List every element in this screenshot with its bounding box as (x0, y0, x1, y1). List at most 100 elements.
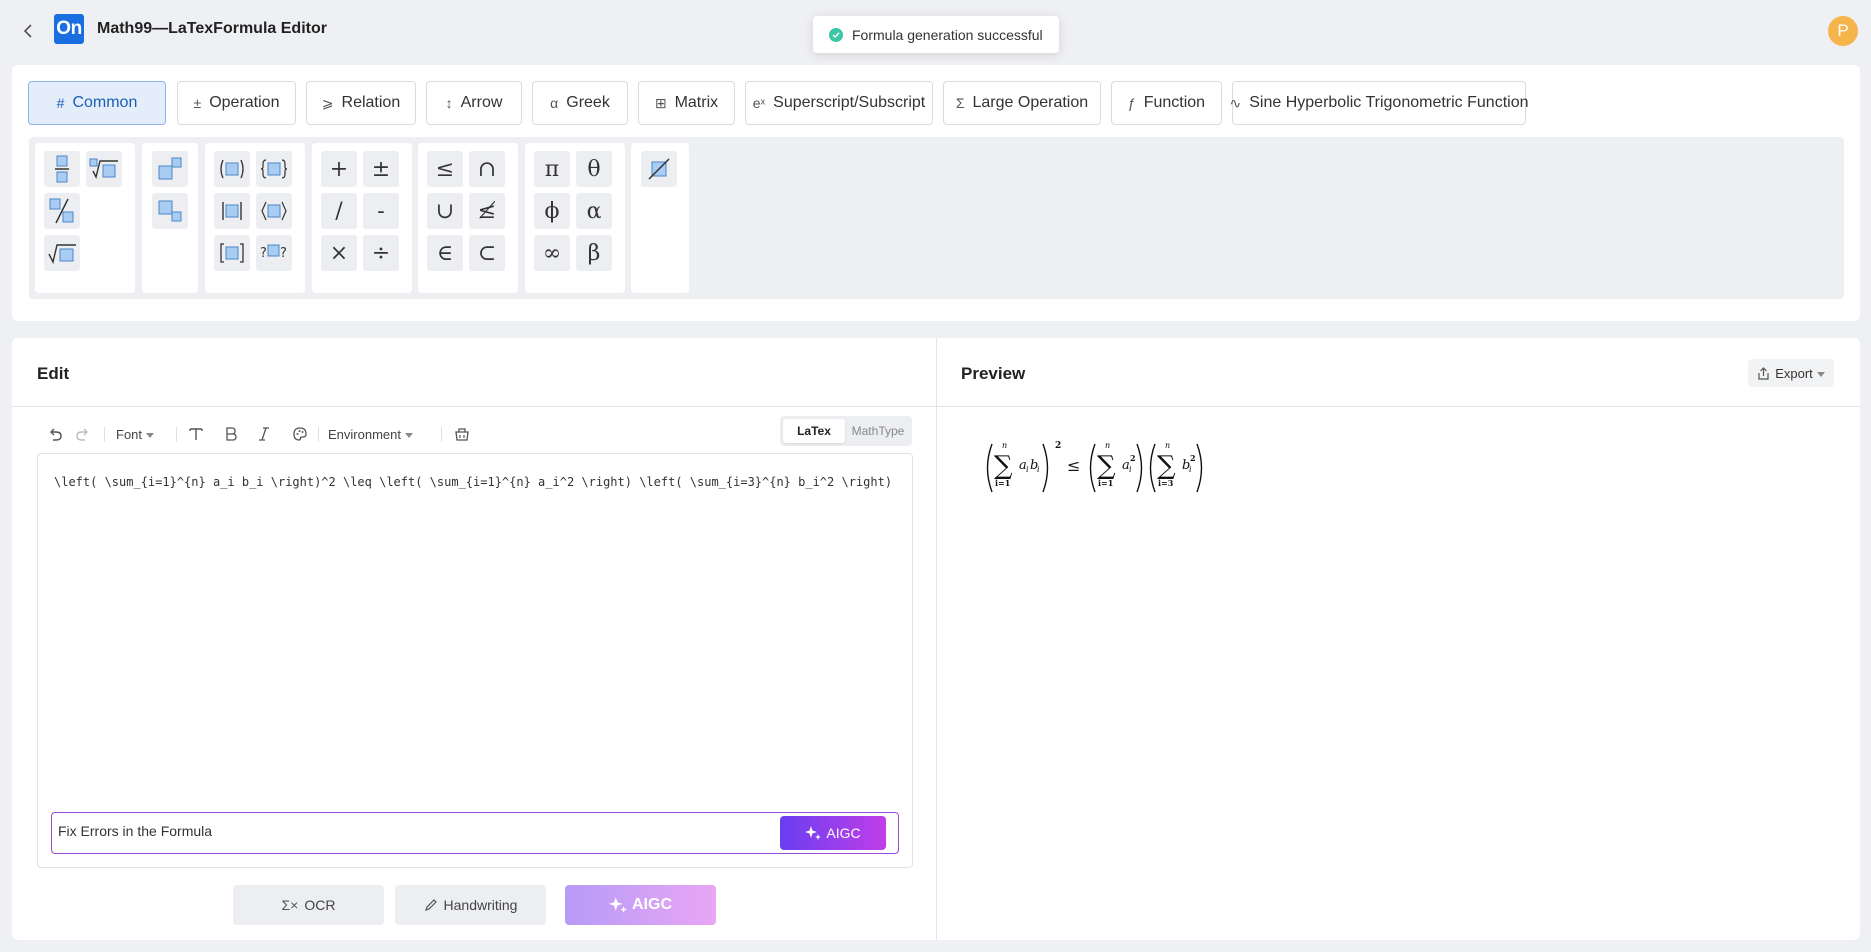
tab-sine-hyperbolic-trig[interactable]: ∿ Sine Hyperbolic Trigonometric Function (1229, 81, 1529, 125)
sum3-upper: n (1165, 441, 1170, 450)
intersection-button[interactable]: ∩ (469, 151, 505, 187)
vertical-bars-icon[interactable] (214, 193, 250, 229)
not-leq-button[interactable]: ≰ (469, 193, 505, 229)
subset-button[interactable]: ⊂ (469, 235, 505, 271)
tab-superscript-subscript[interactable]: eˣ Superscript/Subscript (745, 81, 933, 125)
font-label: Font (116, 426, 143, 442)
square-root-icon[interactable] (44, 235, 80, 271)
tab-common[interactable]: # Common (28, 81, 166, 125)
tab-operation[interactable]: ± Operation (177, 81, 296, 125)
formula-preview: n ∑ i=1 a i b i 2 ≤ n ∑ i=1 a i 2 n ∑ i=… (982, 438, 1232, 503)
font-dropdown[interactable]: Font (116, 422, 155, 446)
minus-button[interactable]: - (363, 193, 399, 229)
outer-power: 2 (1055, 441, 1061, 451)
latex-editor[interactable]: \left( \sum_{i=1}^{n} a_i b_i \right)^2 … (37, 453, 913, 868)
editor-preview-panel: Edit Font Environment LaTex MathType \le… (12, 338, 1860, 940)
matrix-icon: ⊞ (654, 94, 667, 111)
handwriting-button[interactable]: Handwriting (395, 885, 546, 925)
tab-function[interactable]: ƒ Function (1111, 81, 1222, 125)
edit-header-divider (12, 406, 936, 407)
success-toast: Formula generation successful (813, 16, 1059, 53)
clear-basket-icon[interactable] (454, 422, 470, 446)
slash-button[interactable]: / (321, 193, 357, 229)
arrow-icon: ↕ (445, 95, 453, 111)
latex-mode-button[interactable]: LaTex (783, 419, 845, 443)
beta-button[interactable]: β (576, 235, 612, 271)
export-button[interactable]: Export (1748, 359, 1834, 387)
sine-wave-icon: ∿ (1229, 94, 1242, 111)
custom-delimiters-icon[interactable]: ?? (256, 235, 292, 271)
tab-greek[interactable]: α Greek (532, 81, 628, 125)
slash-fraction-icon[interactable] (44, 193, 80, 229)
toolbar-separator (318, 427, 319, 442)
toolbar-separator (104, 427, 105, 442)
sigma-x-icon: Σ× (281, 897, 299, 913)
aigc-send-button[interactable]: AIGC (780, 816, 886, 850)
panel-divider (936, 338, 937, 940)
toolbar-separator (176, 427, 177, 442)
fraction-root-group (35, 143, 135, 293)
element-of-button[interactable]: ∈ (427, 235, 463, 271)
alpha-button[interactable]: α (576, 193, 612, 229)
braces-icon[interactable] (256, 151, 292, 187)
svg-text:?: ? (260, 246, 267, 261)
term3-sup: 2 (1190, 453, 1196, 463)
plus-button[interactable]: + (321, 151, 357, 187)
nth-root-icon[interactable] (86, 151, 122, 187)
handwriting-label: Handwriting (443, 897, 518, 913)
app-title: Math99—LaTexFormula Editor (97, 20, 327, 37)
italic-icon[interactable] (258, 422, 270, 446)
term3-sub: i (1189, 465, 1192, 474)
tab-label: Operation (209, 94, 280, 111)
aigc-button[interactable]: AIGC (565, 885, 716, 925)
superscript-icon[interactable] (152, 151, 188, 187)
infinity-button[interactable]: ∞ (534, 235, 570, 271)
pi-button[interactable]: π (534, 151, 570, 187)
times-button[interactable]: × (321, 235, 357, 271)
bracket-group: ?? (205, 143, 305, 293)
angle-brackets-icon[interactable] (256, 193, 292, 229)
divide-button[interactable]: ÷ (363, 235, 399, 271)
union-button[interactable]: ∪ (427, 193, 463, 229)
square-brackets-icon[interactable] (214, 235, 250, 271)
tab-large-operation[interactable]: Σ Large Operation (943, 81, 1101, 125)
tab-label: Function (1143, 94, 1206, 111)
toast-message: Formula generation successful (852, 26, 1043, 43)
parentheses-icon[interactable] (214, 151, 250, 187)
environment-dropdown[interactable]: Environment (328, 422, 413, 446)
aigc-prompt-input[interactable] (58, 823, 758, 839)
tab-label: Sine Hyperbolic Trigonometric Function (1249, 94, 1529, 111)
mathtype-mode-button[interactable]: MathType (847, 419, 909, 443)
tab-relation[interactable]: ⩾ Relation (306, 81, 416, 125)
edit-title: Edit (37, 364, 70, 383)
user-avatar[interactable]: P (1828, 16, 1858, 46)
cancel-group (631, 143, 689, 293)
fraction-icon[interactable] (44, 151, 80, 187)
ocr-button[interactable]: Σ× OCR (233, 885, 384, 925)
operation-icon: ± (193, 95, 202, 111)
color-palette-icon[interactable] (292, 422, 308, 446)
back-arrow-icon[interactable] (18, 19, 38, 43)
function-icon: ƒ (1127, 95, 1136, 111)
tab-matrix[interactable]: ⊞ Matrix (638, 81, 735, 125)
tab-arrow[interactable]: ↕ Arrow (426, 81, 522, 125)
cancel-strike-icon[interactable] (641, 151, 677, 187)
relation-group: ≤ ∩ ∪ ≰ ∈ ⊂ (418, 143, 518, 293)
tab-label: Matrix (674, 94, 719, 111)
symbol-palette: ?? + ± / - × ÷ ≤ ∩ ∪ ≰ ∈ ⊂ π θ ϕ α ∞ β (29, 137, 1844, 299)
tab-label: Common (72, 94, 138, 111)
phi-button[interactable]: ϕ (534, 193, 570, 229)
tab-label: Relation (341, 94, 401, 111)
aigc-prompt-box: AIGC (51, 812, 899, 854)
text-style-icon[interactable] (188, 422, 204, 446)
theta-button[interactable]: θ (576, 151, 612, 187)
export-icon (1758, 366, 1769, 380)
plus-minus-button[interactable]: ± (363, 151, 399, 187)
redo-icon[interactable] (74, 422, 90, 446)
subscript-icon[interactable] (152, 193, 188, 229)
undo-icon[interactable] (48, 422, 64, 446)
leq-button[interactable]: ≤ (427, 151, 463, 187)
bold-icon[interactable] (224, 422, 238, 446)
latex-code[interactable]: \left( \sum_{i=1}^{n} a_i b_i \right)^2 … (54, 470, 904, 494)
app-logo: On (54, 14, 84, 44)
